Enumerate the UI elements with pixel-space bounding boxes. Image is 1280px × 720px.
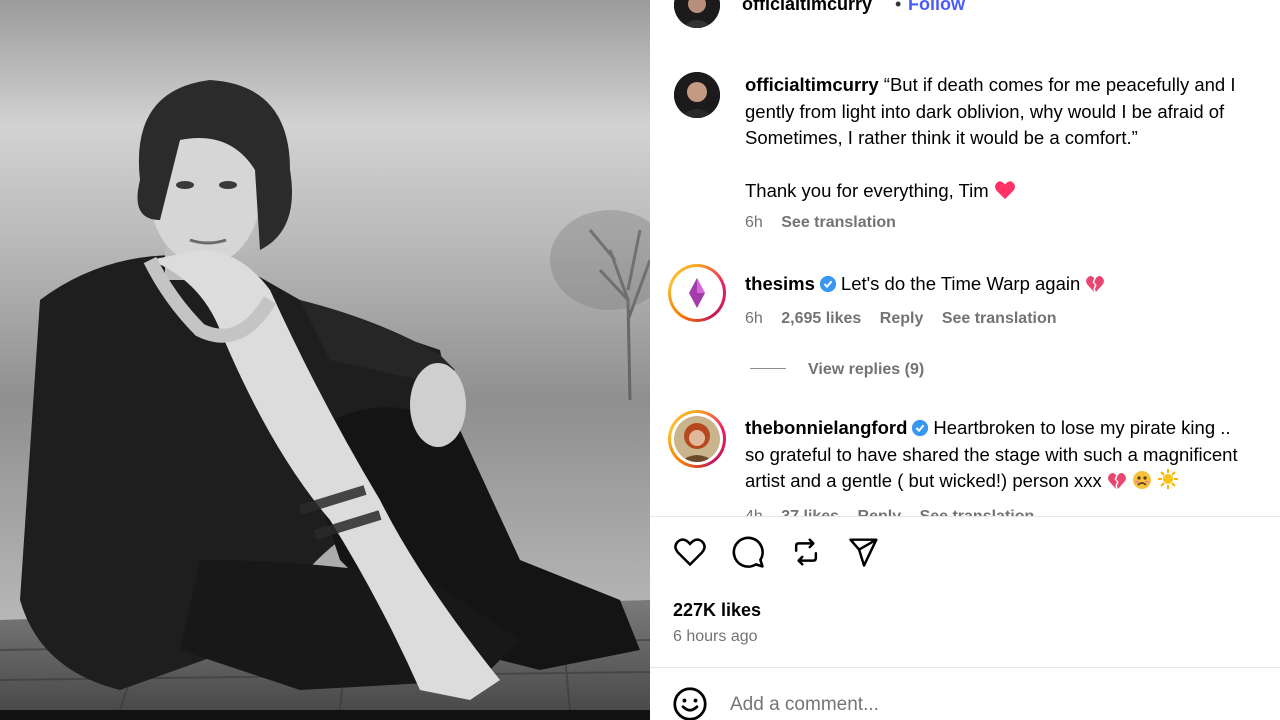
see-translation-button[interactable]: See translation — [920, 508, 1035, 516]
comment-bubble-icon — [731, 535, 765, 574]
post-photo-illustration — [0, 0, 650, 711]
comment-likes[interactable]: 2,695 likes — [781, 310, 861, 327]
post-side-panel: officialtimcurry • Follow officialtimcur… — [650, 0, 1280, 720]
action-bar — [650, 534, 1280, 578]
story-ring[interactable] — [668, 410, 726, 468]
comments-list[interactable]: officialtimcurry “But if death comes for… — [650, 58, 1280, 516]
follow-button[interactable]: Follow — [908, 0, 965, 15]
caption-see-translation[interactable]: See translation — [781, 214, 896, 231]
emoji-picker-button[interactable] — [672, 686, 708, 720]
paper-plane-icon — [847, 536, 881, 573]
caption-avatar[interactable] — [674, 72, 720, 118]
comment-line-1: Heartbroken to lose my pirate king .. — [933, 417, 1231, 438]
replies-line — [750, 368, 786, 369]
broken-heart-icon — [1107, 471, 1127, 498]
comment-time: 6h — [745, 310, 763, 327]
post-header: officialtimcurry • Follow — [650, 0, 1280, 30]
reply-button[interactable]: Reply — [880, 310, 924, 327]
header-separator: • — [895, 0, 902, 14]
like-button[interactable] — [670, 534, 710, 574]
sun-icon — [1157, 468, 1179, 498]
post-time: 6 hours ago — [673, 628, 758, 645]
caption-meta: 6h See translation — [745, 214, 910, 232]
broken-heart-icon — [1085, 274, 1105, 301]
comment-likes[interactable]: 37 likes — [781, 508, 839, 516]
caption-line-2: gently from light into dark oblivion, wh… — [745, 100, 1225, 122]
thebonnielangford-avatar — [674, 416, 720, 462]
verified-badge-icon — [819, 274, 837, 293]
caption-line-4: Thank you for everything, Tim — [745, 179, 989, 201]
comment-body: Let's do the Time Warp again — [840, 273, 1081, 294]
repost-button[interactable] — [786, 534, 826, 574]
comment-meta: 4h 37 likes Reply See translation — [745, 508, 1048, 516]
caption-line-3: Sometimes, I rather think it would be a … — [745, 127, 1138, 148]
comment-line-3: artist and a gentle ( but wicked!) perso… — [745, 470, 1102, 491]
post-image — [0, 0, 650, 720]
comment-username[interactable]: thesims — [745, 273, 815, 294]
caption-text: officialtimcurry “But if death comes for… — [745, 72, 1280, 207]
image-bottom-edge — [0, 710, 650, 720]
author-avatar[interactable] — [674, 0, 720, 28]
reply-button[interactable]: Reply — [858, 508, 902, 516]
view-replies-button[interactable]: View replies (9) — [750, 361, 924, 379]
comment-text: thebonnielangford Heartbroken to lose my … — [745, 415, 1280, 498]
comment-username[interactable]: thebonnielangford — [745, 417, 907, 438]
comment-box-divider — [650, 667, 1280, 668]
likes-count[interactable]: 227K likes — [673, 600, 761, 621]
comment-meta: 6h 2,695 likes Reply See translation — [745, 310, 1071, 328]
smiley-icon — [673, 687, 707, 720]
add-comment-bar — [650, 670, 1280, 720]
thesims-avatar — [674, 270, 720, 316]
comment-text: thesims Let's do the Time Warp again — [745, 271, 1280, 301]
story-ring[interactable] — [668, 264, 726, 322]
repost-icon — [790, 536, 822, 573]
view-replies-label: View replies (9) — [808, 361, 925, 378]
actions-divider — [650, 516, 1280, 517]
share-button[interactable] — [844, 534, 884, 574]
comment-button[interactable] — [728, 534, 768, 574]
comment-time: 4h — [745, 508, 763, 516]
heart-outline-icon — [673, 537, 707, 572]
comment-line-2: so grateful to have shared the stage wit… — [745, 443, 1238, 465]
sad-face-icon — [1132, 470, 1152, 498]
author-username[interactable]: officialtimcurry — [742, 0, 872, 15]
heart-icon — [994, 180, 1016, 208]
see-translation-button[interactable]: See translation — [942, 310, 1057, 327]
caption-line-1: “But if death comes for me peacefully an… — [883, 74, 1236, 95]
caption-username[interactable]: officialtimcurry — [745, 74, 879, 95]
caption-time: 6h — [745, 214, 763, 231]
verified-badge-icon — [911, 418, 929, 437]
add-comment-input[interactable] — [730, 694, 1130, 716]
